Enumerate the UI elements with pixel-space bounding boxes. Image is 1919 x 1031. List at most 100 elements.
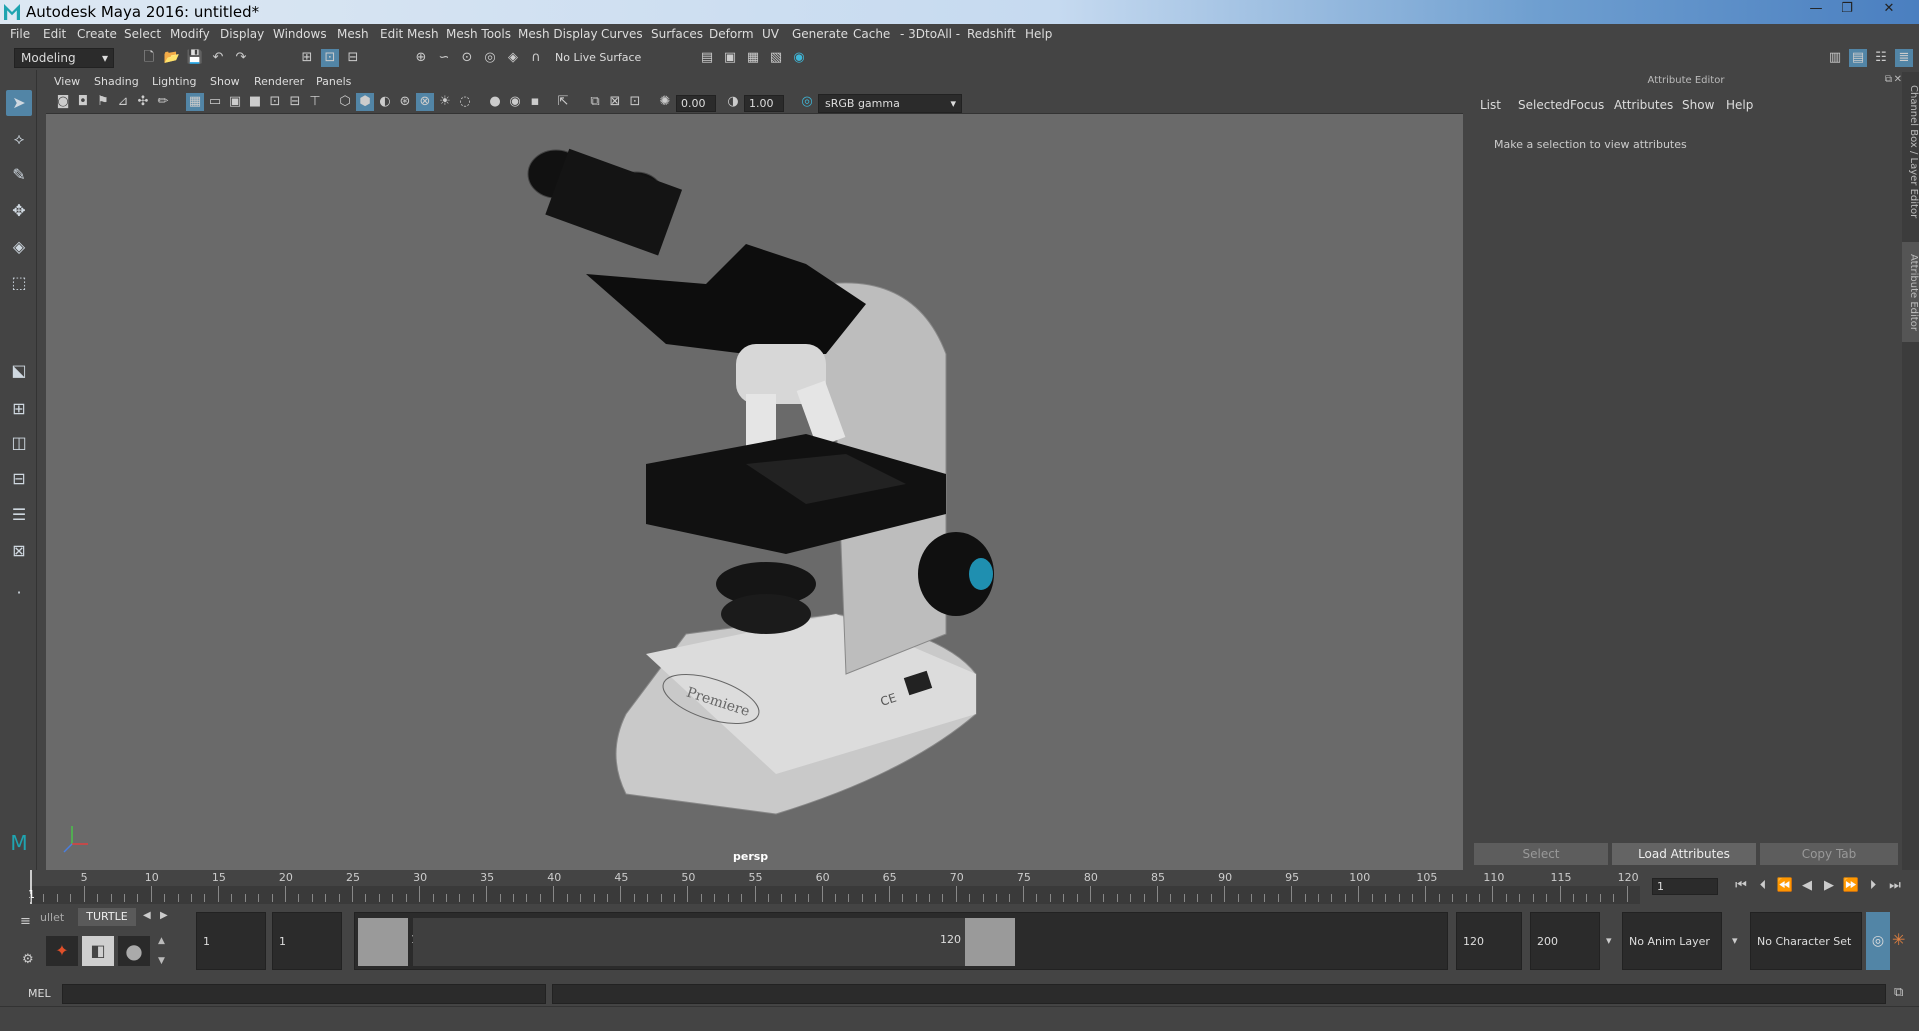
snap-magnet-icon[interactable]: ∩ — [527, 49, 545, 67]
range-slider[interactable]: 1 120 — [354, 912, 1448, 970]
select-object-icon[interactable]: ⊡ — [321, 49, 339, 67]
range-bar-fill[interactable] — [413, 918, 965, 966]
color-management-icon[interactable]: ◎ — [798, 93, 816, 111]
select-hierarchy-icon[interactable]: ⊞ — [298, 49, 316, 67]
shelf-tab-turtle[interactable]: TURTLE — [78, 908, 136, 926]
chevron-down-icon[interactable]: ▾ — [1606, 934, 1612, 947]
menu-surfaces[interactable]: Surfaces — [651, 27, 703, 41]
textured-icon[interactable]: ⊛ — [396, 93, 414, 111]
bookmark-icon[interactable]: ⚑ — [94, 93, 112, 111]
gamma-icon[interactable]: ◑ — [724, 93, 742, 111]
shelf-scroll-left-icon[interactable]: ◀ — [143, 910, 151, 921]
attr-menu-attributes[interactable]: Attributes — [1614, 98, 1673, 112]
snap-point-icon[interactable]: ⊙ — [458, 49, 476, 67]
layout-active-icon[interactable]: ▤ — [1849, 49, 1867, 67]
redo-icon[interactable]: ↷ — [232, 49, 250, 67]
grid-icon[interactable]: ▦ — [186, 93, 204, 111]
isolate-select-icon[interactable]: ⇱ — [554, 93, 572, 111]
multisample-icon[interactable]: ◉ — [506, 93, 524, 111]
range-end-handle[interactable] — [965, 918, 1015, 966]
image-plane-icon[interactable]: ⊿ — [114, 93, 132, 111]
custom-layout-icon[interactable]: · — [6, 580, 32, 606]
copy-tab-button[interactable]: Copy Tab — [1760, 843, 1898, 865]
lasso-tool-icon[interactable]: ⟡ — [6, 126, 32, 152]
menu-help[interactable]: Help — [1025, 27, 1052, 41]
motion-blur-icon[interactable]: ● — [486, 93, 504, 111]
gate-mask-icon[interactable]: ■ — [246, 93, 264, 111]
panel-menu-view[interactable]: View — [54, 75, 80, 88]
toggle-panel-icon[interactable]: ☷ — [1872, 49, 1890, 67]
graph-layout-icon[interactable]: ⊟ — [6, 466, 32, 492]
default-lighting-icon[interactable]: ◐ — [376, 93, 394, 111]
playback-end-field[interactable]: 120 — [1456, 912, 1522, 970]
character-set-field[interactable]: No Character Set — [1750, 912, 1862, 970]
close-panel-icon[interactable]: ✕ — [1894, 74, 1902, 85]
panel-menu-show[interactable]: Show — [210, 75, 240, 88]
camera-icon[interactable]: ◙ — [54, 93, 72, 111]
end-time-field[interactable]: 200 — [1530, 912, 1600, 970]
menu-set-dropdown[interactable]: Modeling ▾ — [14, 48, 114, 68]
shadows-icon[interactable]: ☀ — [436, 93, 454, 111]
menu-mesh-display[interactable]: Mesh Display — [518, 27, 598, 41]
turtle-bake-icon[interactable]: ✦ — [46, 936, 78, 966]
channel-box-icon[interactable]: ≣ — [1895, 49, 1913, 67]
rotate-tool-icon[interactable]: ◈ — [6, 234, 32, 260]
exposure-field[interactable]: 0.00 — [676, 95, 716, 112]
panel-menu-renderer[interactable]: Renderer — [254, 75, 304, 88]
step-forward-key-icon[interactable]: ⏩ — [1842, 877, 1860, 895]
2d-pan-zoom-icon[interactable]: ✣ — [134, 93, 152, 111]
menu-modify[interactable]: Modify — [170, 27, 210, 41]
current-time-field[interactable]: 1 — [1652, 878, 1718, 895]
playback-start-field[interactable]: 1 — [272, 912, 342, 970]
panel-menu-shading[interactable]: Shading — [94, 75, 139, 88]
menu-deform[interactable]: Deform — [709, 27, 754, 41]
menu-generate[interactable]: Generate — [792, 27, 848, 41]
animation-prefs-icon[interactable]: ✳ — [1892, 930, 1905, 949]
two-panel-layout-icon[interactable]: ◫ — [6, 430, 32, 456]
live-surface-label[interactable]: No Live Surface — [555, 51, 641, 64]
panel-menu-lighting[interactable]: Lighting — [152, 75, 196, 88]
menu-redshift[interactable]: Redshift — [967, 27, 1016, 41]
render-frame-icon[interactable]: ▦ — [744, 49, 762, 67]
color-space-dropdown[interactable]: sRGB gamma ▾ — [818, 94, 962, 113]
maya-home-icon[interactable]: M — [6, 830, 32, 856]
go-to-start-icon[interactable]: ⏮ — [1732, 877, 1750, 895]
start-time-field[interactable]: 1 — [196, 912, 266, 970]
menu-windows[interactable]: Windows — [273, 27, 327, 41]
outliner-layout-icon[interactable]: ☰ — [6, 502, 32, 528]
single-perspective-layout-icon[interactable]: ⬕ — [6, 358, 32, 384]
shelf-down-icon[interactable]: ▼ — [158, 956, 165, 966]
render-view-icon[interactable]: ▣ — [721, 49, 739, 67]
anim-layer-field[interactable]: No Anim Layer — [1622, 912, 1722, 970]
shelf-menu-icon[interactable]: ≡ — [20, 914, 31, 929]
new-scene-icon[interactable]: 🗋 — [140, 49, 158, 67]
maximize-button[interactable]: ❐ — [1832, 0, 1862, 18]
ipr-render-icon[interactable]: ▧ — [767, 49, 785, 67]
menu-edit-mesh[interactable]: Edit Mesh — [380, 27, 439, 41]
xray-components-icon[interactable]: ⊡ — [626, 93, 644, 111]
shelf-scroll-right-icon[interactable]: ▶ — [160, 910, 168, 921]
menu-uv[interactable]: UV — [762, 27, 779, 41]
grease-pencil-icon[interactable]: ✏ — [154, 93, 172, 111]
smooth-shade-icon[interactable]: ⬢ — [356, 93, 374, 111]
gamma-field[interactable]: 1.00 — [744, 95, 784, 112]
hypershade-layout-icon[interactable]: ⊠ — [6, 538, 32, 564]
ambient-occlusion-icon[interactable]: ◌ — [456, 93, 474, 111]
snap-surface-icon[interactable]: ◈ — [504, 49, 522, 67]
hypershade-icon[interactable]: ◉ — [790, 49, 808, 67]
range-start-handle[interactable] — [358, 918, 408, 966]
menu-mesh[interactable]: Mesh — [337, 27, 369, 41]
menu-mesh-tools[interactable]: Mesh Tools — [446, 27, 511, 41]
script-editor-icon[interactable]: ⧉ — [1894, 985, 1903, 1000]
undo-icon[interactable]: ↶ — [209, 49, 227, 67]
chevron-down-icon[interactable]: ▾ — [1732, 934, 1738, 947]
menu-file[interactable]: File — [10, 27, 30, 41]
auto-key-icon[interactable]: ◎ — [1866, 912, 1890, 970]
play-forward-icon[interactable]: ▶ — [1820, 877, 1838, 895]
tab-channel-box[interactable]: Channel Box / Layer Editor — [1902, 82, 1919, 222]
select-tool-icon[interactable]: ➤ — [6, 90, 32, 116]
viewport-persp[interactable]: Premiere CE — [46, 114, 1463, 870]
close-button[interactable]: ✕ — [1874, 0, 1904, 18]
four-view-layout-icon[interactable]: ⊞ — [6, 396, 32, 422]
depth-of-field-icon[interactable]: ▪ — [526, 93, 544, 111]
